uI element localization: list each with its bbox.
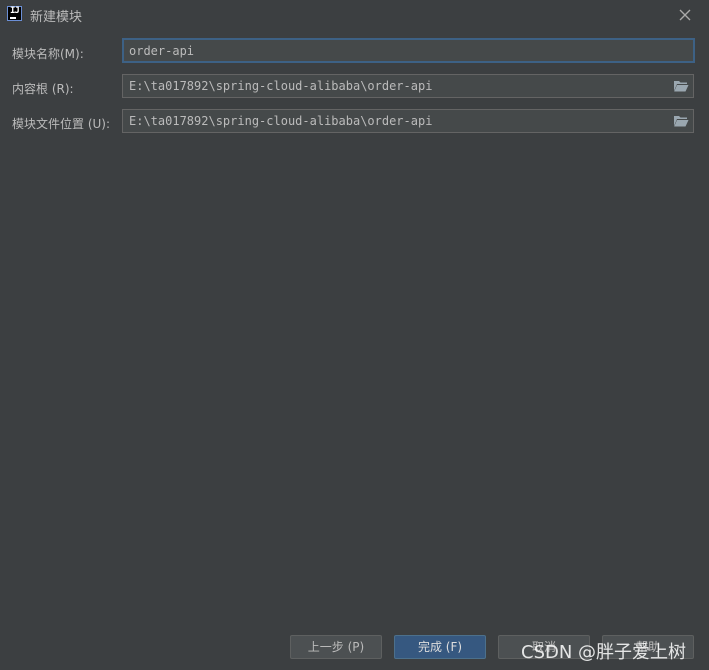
module-file-location-input[interactable] bbox=[122, 109, 694, 133]
module-name-input[interactable] bbox=[122, 38, 695, 63]
title-bar: IJ 新建模块 bbox=[0, 0, 709, 30]
intellij-icon: IJ bbox=[7, 6, 22, 21]
dialog-title: 新建模块 bbox=[30, 10, 83, 25]
module-file-location-label: 模块文件位置 (U): bbox=[12, 117, 111, 131]
close-icon bbox=[679, 9, 691, 21]
content-root-label: 内容根 (R): bbox=[12, 82, 74, 96]
app-icon-bar bbox=[10, 17, 16, 19]
module-file-location-browse-button[interactable] bbox=[673, 114, 689, 128]
new-module-dialog: IJ 新建模块 模块名称(M): 内容根 (R): 模块文件位置 (U): bbox=[0, 0, 709, 670]
module-name-label: 模块名称(M): bbox=[12, 47, 84, 61]
app-icon-text: IJ bbox=[10, 6, 20, 16]
close-button[interactable] bbox=[674, 4, 696, 26]
content-root-browse-button[interactable] bbox=[673, 79, 689, 93]
folder-icon bbox=[674, 81, 689, 92]
csdn-watermark: CSDN @胖子爱上树 bbox=[521, 642, 687, 663]
folder-icon bbox=[674, 116, 689, 127]
content-root-input[interactable] bbox=[122, 74, 694, 98]
content-root-field bbox=[122, 74, 694, 98]
module-file-location-field bbox=[122, 109, 694, 133]
previous-button[interactable]: 上一步 (P) bbox=[290, 635, 382, 659]
finish-button[interactable]: 完成 (F) bbox=[394, 635, 486, 659]
